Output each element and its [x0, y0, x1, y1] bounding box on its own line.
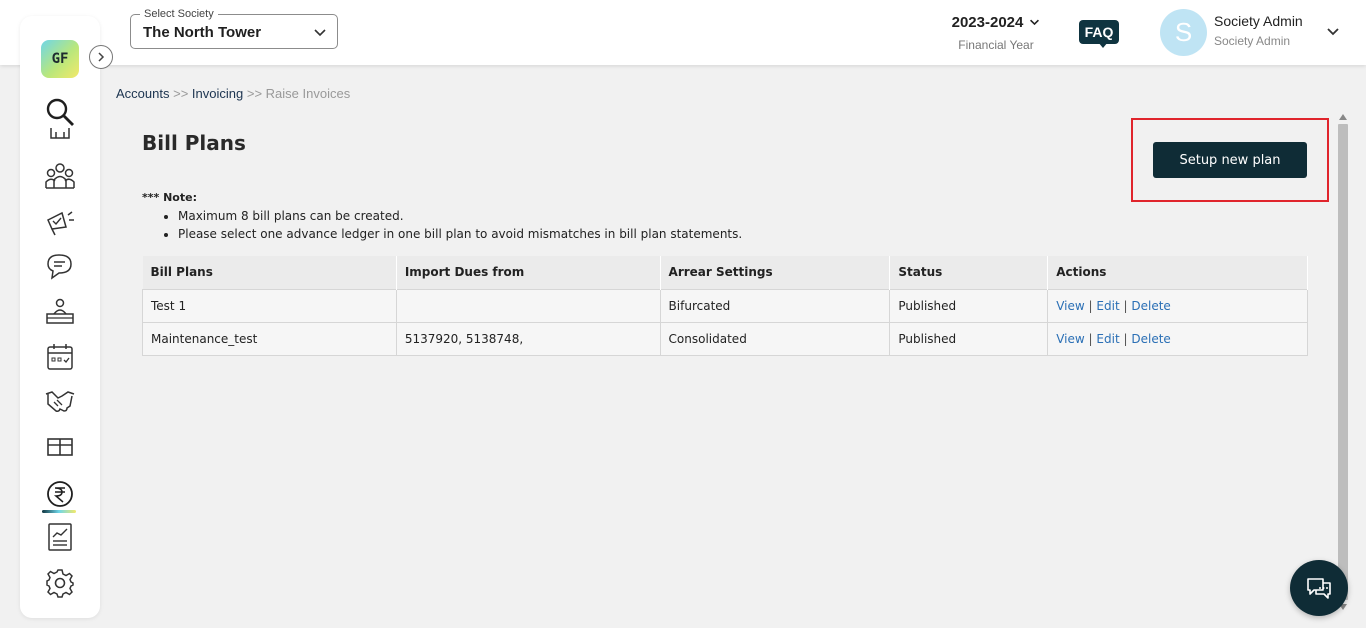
calendar-icon[interactable]	[44, 341, 76, 373]
setup-new-plan-button[interactable]: Setup new plan	[1153, 142, 1307, 178]
column-header-status: Status	[889, 256, 1049, 289]
table-header-row: Bill Plans Import Dues from Arrear Setti…	[142, 256, 1308, 289]
financial-year-selector[interactable]: 2023-2024 Financial Year	[946, 14, 1046, 52]
members-icon[interactable]	[44, 160, 76, 192]
cell-import-dues	[395, 288, 661, 323]
delete-link[interactable]: Delete	[1131, 332, 1170, 346]
user-name: Society Admin	[1214, 13, 1303, 29]
helpdesk-icon[interactable]	[44, 296, 76, 328]
rupee-icon[interactable]	[44, 478, 76, 510]
active-nav-indicator	[42, 510, 76, 513]
society-select-value: The North Tower	[143, 24, 262, 41]
column-header-actions: Actions	[1047, 256, 1308, 289]
note: *** Note: Maximum 8 bill plans can be cr…	[142, 191, 742, 243]
top-bar: Select Society The North Tower 2023-2024…	[0, 0, 1366, 65]
bill-plans-table: Bill Plans Import Dues from Arrear Setti…	[142, 256, 1308, 356]
edit-link[interactable]: Edit	[1096, 332, 1119, 346]
breadcrumb-current: Raise Invoices	[265, 86, 351, 101]
cell-import-dues: 5137920, 5138748,	[395, 321, 661, 356]
scroll-up-arrow-icon[interactable]	[1339, 114, 1347, 120]
action-separator: |	[1088, 331, 1093, 346]
page-title: Bill Plans	[142, 131, 246, 155]
user-menu[interactable]: S Society Admin Society Admin	[1160, 9, 1350, 57]
financial-year-caption: Financial Year	[958, 38, 1034, 52]
search-icon[interactable]	[44, 96, 76, 128]
cell-actions: View | Edit | Delete	[1047, 321, 1308, 356]
society-select-label: Select Society	[140, 7, 218, 21]
note-title: *** Note:	[142, 191, 197, 204]
note-item: Please select one advance ledger in one …	[178, 225, 742, 243]
note-item: Maximum 8 bill plans can be created.	[178, 207, 742, 225]
view-link[interactable]: View	[1056, 332, 1084, 346]
settings-icon[interactable]	[44, 567, 76, 599]
box-icon[interactable]	[44, 430, 76, 462]
society-select[interactable]: Select Society The North Tower	[130, 7, 338, 49]
app-logo[interactable]: GF	[41, 40, 79, 78]
chevron-right-icon	[98, 52, 105, 62]
breadcrumb-separator: >>	[246, 86, 263, 101]
table-row: Maintenance_test 5137920, 5138748, Conso…	[142, 321, 1308, 356]
chevron-down-icon	[1030, 19, 1040, 26]
handshake-icon[interactable]	[44, 384, 76, 416]
cell-actions: View | Edit | Delete	[1047, 288, 1308, 323]
user-role: Society Admin	[1214, 34, 1291, 48]
avatar: S	[1160, 9, 1207, 56]
chat-bubbles-icon	[1307, 578, 1331, 599]
building-icon[interactable]	[44, 128, 76, 142]
vertical-scrollbar[interactable]	[1337, 112, 1349, 612]
note-list: Maximum 8 bill plans can be created. Ple…	[178, 207, 742, 243]
faq-label: FAQ	[1079, 20, 1119, 44]
chevron-down-icon	[1327, 28, 1339, 36]
breadcrumb-invoicing[interactable]: Invoicing	[192, 86, 243, 101]
edit-link[interactable]: Edit	[1096, 299, 1119, 313]
delete-link[interactable]: Delete	[1131, 299, 1170, 313]
action-separator: |	[1123, 298, 1128, 313]
cell-bill-plan: Test 1	[142, 288, 397, 323]
breadcrumb-separator: >>	[173, 86, 189, 101]
cell-status: Published	[889, 288, 1049, 323]
report-icon[interactable]	[44, 521, 76, 553]
announcement-icon[interactable]	[44, 206, 76, 238]
sidebar: GF	[20, 16, 113, 618]
sidebar-expand-button[interactable]	[89, 45, 113, 69]
financial-year-value: 2023-2024	[951, 14, 1024, 31]
logo-text: GF	[51, 51, 69, 67]
faq-button[interactable]: FAQ	[1079, 20, 1119, 48]
action-separator: |	[1088, 298, 1093, 313]
cell-status: Published	[889, 321, 1049, 356]
column-header-arrear-settings: Arrear Settings	[660, 256, 891, 289]
cell-arrear-settings: Bifurcated	[659, 288, 891, 323]
scrollbar-thumb[interactable]	[1338, 124, 1348, 600]
support-chat-button[interactable]	[1290, 560, 1348, 616]
column-header-import-dues: Import Dues from	[396, 256, 661, 289]
faq-bubble-tail	[1098, 42, 1108, 48]
table-row: Test 1 Bifurcated Published View | Edit …	[142, 288, 1308, 323]
breadcrumb: Accounts >> Invoicing >> Raise Invoices	[116, 86, 350, 101]
cell-arrear-settings: Consolidated	[659, 321, 891, 356]
column-header-bill-plans: Bill Plans	[142, 256, 397, 289]
chevron-down-icon	[314, 29, 326, 37]
chat-icon[interactable]	[44, 250, 76, 282]
cell-bill-plan: Maintenance_test	[142, 321, 397, 356]
breadcrumb-accounts[interactable]: Accounts	[116, 86, 169, 101]
view-link[interactable]: View	[1056, 299, 1084, 313]
action-separator: |	[1123, 331, 1128, 346]
